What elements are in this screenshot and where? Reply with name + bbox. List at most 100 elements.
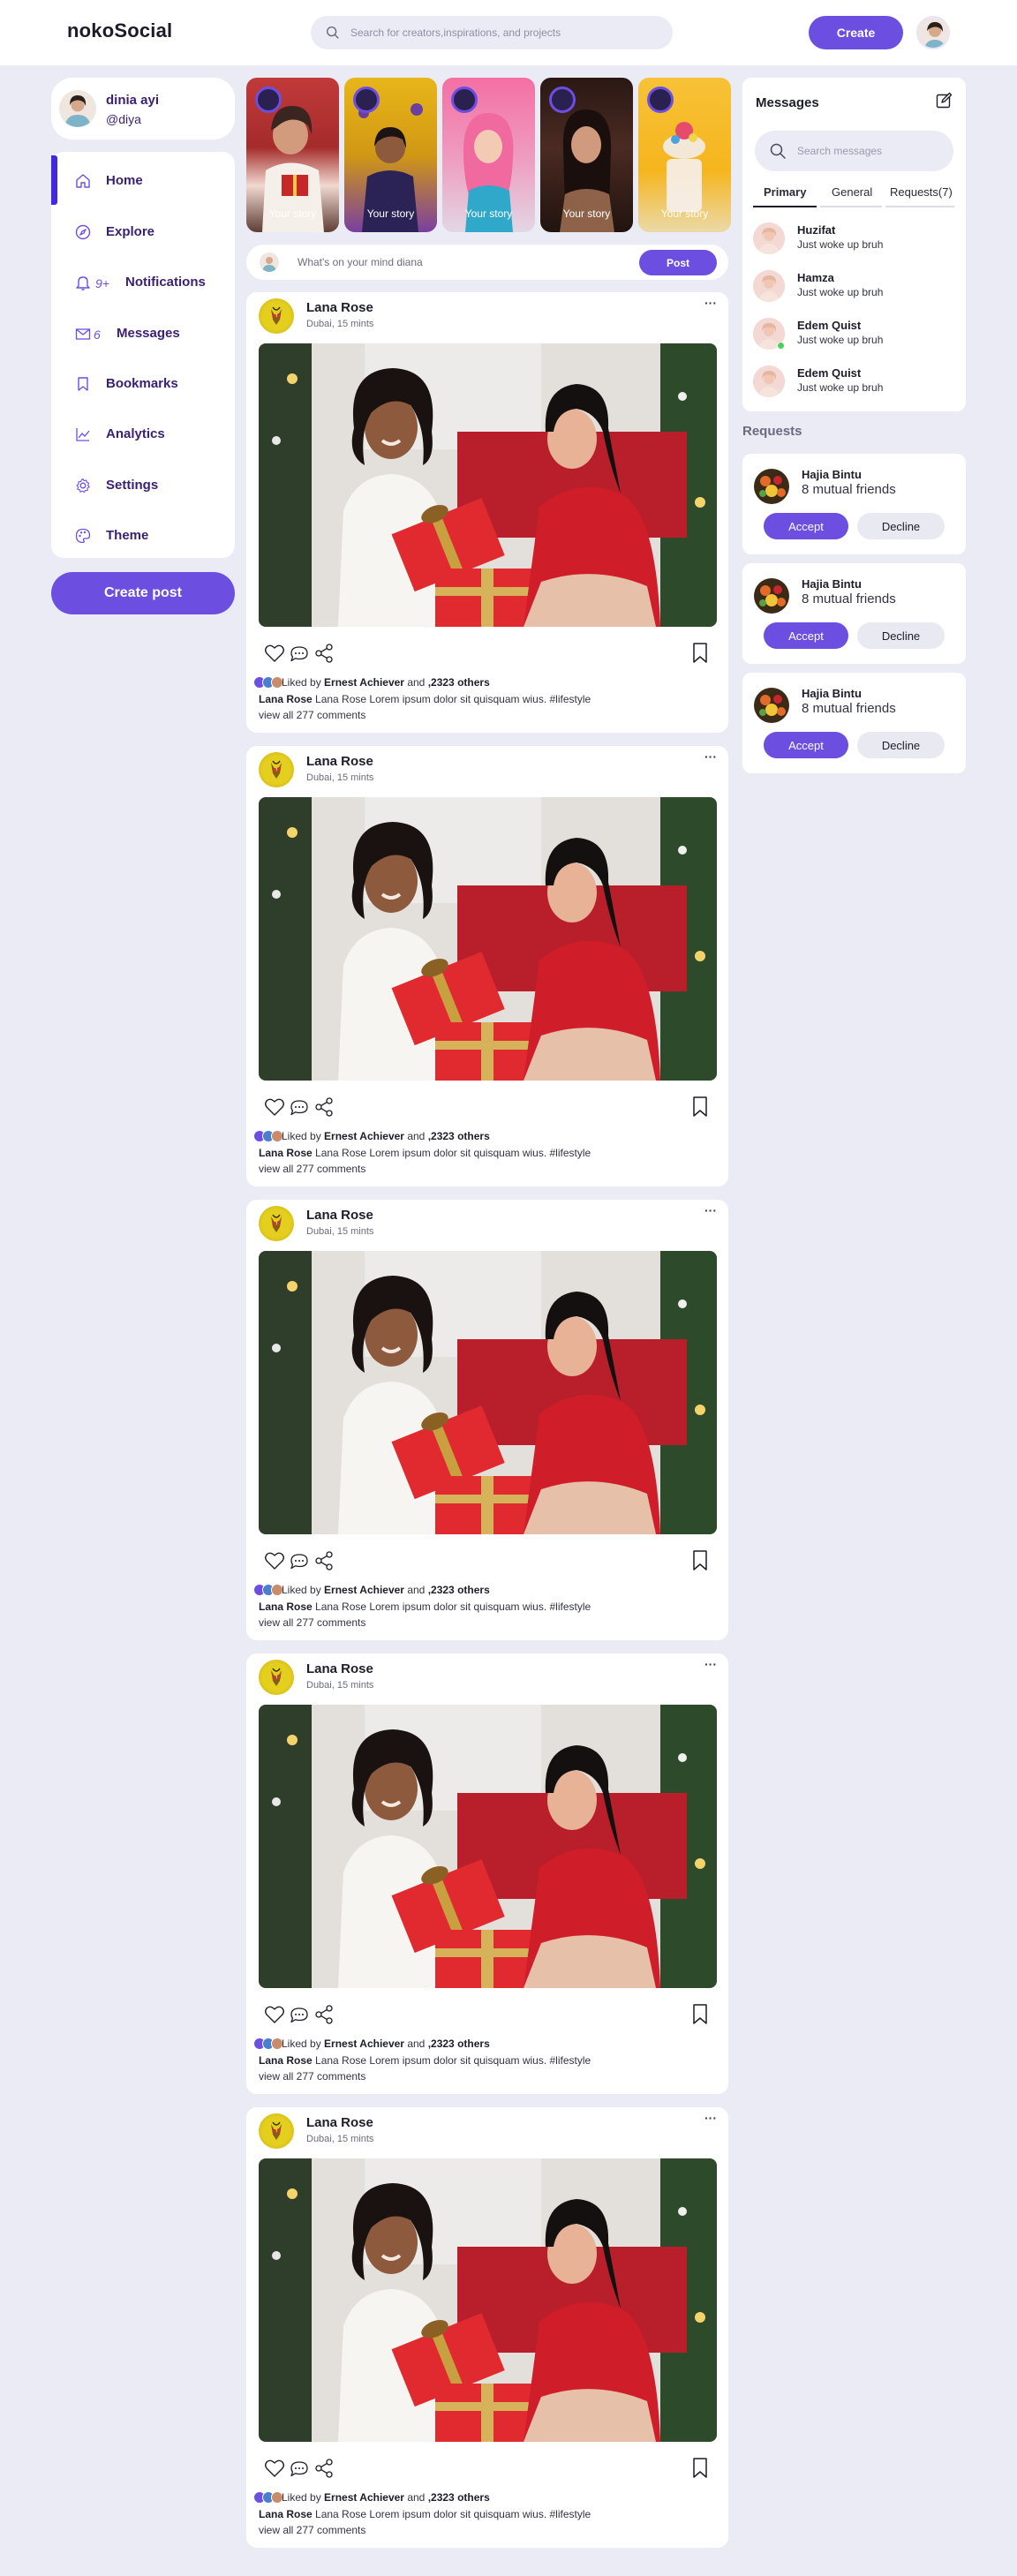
post-author-avatar[interactable] [259,298,294,334]
comment-icon[interactable] [290,1099,309,1117]
liked-others[interactable]: ,2323 others [428,1584,490,1596]
composer-input[interactable]: What's on your mind diana [298,256,423,268]
liked-others[interactable]: ,2323 others [428,2491,490,2504]
bookmark-icon[interactable] [691,2457,709,2480]
search-bar[interactable]: Search for creators,inspirations, and pr… [311,16,673,49]
liked-others[interactable]: ,2323 others [428,1130,490,1142]
heart-icon[interactable] [264,2459,285,2478]
request-name[interactable]: Hajia Bintu [802,577,862,591]
comment-icon[interactable] [290,1553,309,1570]
post-author-name[interactable]: Lana Rose [306,2115,373,2130]
user-avatar[interactable] [916,16,950,49]
conversation-item[interactable]: Edem Quist Just woke up bruh [753,316,956,355]
post-author-avatar[interactable] [259,1660,294,1695]
story-card[interactable]: Your story [638,78,731,232]
sidebar-item-settings[interactable]: Settings [51,460,235,511]
sidebar-item-bookmarks[interactable]: Bookmarks [51,358,235,410]
story-card[interactable]: Your story [246,78,339,232]
view-comments-link[interactable]: view all 277 comments [259,2070,365,2083]
bookmark-icon[interactable] [691,2003,709,2026]
conversation-item[interactable]: Huzifat Just woke up bruh [753,221,956,260]
request-name[interactable]: Hajia Bintu [802,468,862,481]
profile-card[interactable]: dinia ayi @diya [51,78,235,139]
more-options-icon[interactable]: ··· [704,1203,717,1217]
liked-by-name[interactable]: Ernest Achiever [324,1584,404,1596]
likes-summary[interactable]: Liked by Ernest Achiever and ,2323 other… [253,1129,490,1143]
tab-general[interactable]: General [832,185,872,199]
view-comments-link[interactable]: view all 277 comments [259,1163,365,1175]
heart-icon[interactable] [264,644,285,663]
caption-author[interactable]: Lana Rose [259,1147,313,1159]
share-icon[interactable] [313,2004,335,2025]
bookmark-icon[interactable] [691,1549,709,1572]
sidebar-item-analytics[interactable]: Analytics [51,409,235,460]
create-post-button[interactable]: Create post [51,572,235,614]
request-name[interactable]: Hajia Bintu [802,687,862,700]
post-author-avatar[interactable] [259,1206,294,1241]
share-icon[interactable] [313,1550,335,1571]
tab-primary[interactable]: Primary [764,185,806,199]
likes-summary[interactable]: Liked by Ernest Achiever and ,2323 other… [253,2037,490,2051]
decline-button[interactable]: Decline [857,732,945,758]
app-logo[interactable]: nokoSocial [67,19,172,42]
post-author-name[interactable]: Lana Rose [306,300,373,315]
more-options-icon[interactable]: ··· [704,1657,717,1671]
liked-by-name[interactable]: Ernest Achiever [324,1130,404,1142]
post-author-avatar[interactable] [259,752,294,787]
liked-others[interactable]: ,2323 others [428,676,490,689]
heart-icon[interactable] [264,1097,285,1117]
caption-author[interactable]: Lana Rose [259,1601,313,1613]
likes-summary[interactable]: Liked by Ernest Achiever and ,2323 other… [253,2490,490,2504]
conversation-item[interactable]: Edem Quist Just woke up bruh [753,364,956,403]
story-card[interactable]: Your story [344,78,437,232]
more-options-icon[interactable]: ··· [704,296,717,310]
liked-by-name[interactable]: Ernest Achiever [324,2491,404,2504]
liked-by-name[interactable]: Ernest Achiever [324,676,404,689]
liked-by-name[interactable]: Ernest Achiever [324,2037,404,2050]
decline-button[interactable]: Decline [857,622,945,649]
post-author-name[interactable]: Lana Rose [306,1661,373,1676]
accept-button[interactable]: Accept [764,513,848,539]
tab-requests[interactable]: Requests(7) [890,185,953,199]
more-options-icon[interactable]: ··· [704,2111,717,2125]
story-card[interactable]: Your story [540,78,633,232]
post-button[interactable]: Post [639,250,717,275]
messages-search-input[interactable]: Search messages [797,145,882,157]
post-author-avatar[interactable] [259,2113,294,2149]
sidebar-item-notifications[interactable]: 9+ Notifications [51,257,235,308]
decline-button[interactable]: Decline [857,513,945,539]
caption-author[interactable]: Lana Rose [259,2508,313,2520]
sidebar-item-explore[interactable]: Explore [51,207,235,258]
sidebar-item-home[interactable]: Home [51,155,235,207]
heart-icon[interactable] [264,2005,285,2024]
sidebar-item-theme[interactable]: Theme [51,510,235,561]
comment-icon[interactable] [290,645,309,663]
comment-icon[interactable] [290,2007,309,2024]
share-icon[interactable] [313,1096,335,1118]
heart-icon[interactable] [264,1551,285,1570]
post-author-name[interactable]: Lana Rose [306,754,373,769]
messages-search[interactable]: Search messages [755,131,953,171]
likes-summary[interactable]: Liked by Ernest Achiever and ,2323 other… [253,1583,490,1597]
story-card[interactable]: Your story [442,78,535,232]
accept-button[interactable]: Accept [764,622,848,649]
accept-button[interactable]: Accept [764,732,848,758]
caption-author[interactable]: Lana Rose [259,2054,313,2067]
caption-author[interactable]: Lana Rose [259,693,313,705]
create-button[interactable]: Create [809,16,903,49]
conversation-item[interactable]: Hamza Just woke up bruh [753,268,956,307]
sidebar-item-messages[interactable]: 6 Messages [51,308,235,359]
view-comments-link[interactable]: view all 277 comments [259,1616,365,1629]
comment-icon[interactable] [290,2460,309,2478]
bookmark-icon[interactable] [691,1096,709,1119]
more-options-icon[interactable]: ··· [704,749,717,764]
share-icon[interactable] [313,2458,335,2479]
view-comments-link[interactable]: view all 277 comments [259,709,365,721]
likes-summary[interactable]: Liked by Ernest Achiever and ,2323 other… [253,675,490,689]
search-placeholder[interactable]: Search for creators,inspirations, and pr… [350,26,561,39]
liked-others[interactable]: ,2323 others [428,2037,490,2050]
view-comments-link[interactable]: view all 277 comments [259,2524,365,2536]
post-author-name[interactable]: Lana Rose [306,1208,373,1223]
share-icon[interactable] [313,643,335,664]
bookmark-icon[interactable] [691,642,709,665]
